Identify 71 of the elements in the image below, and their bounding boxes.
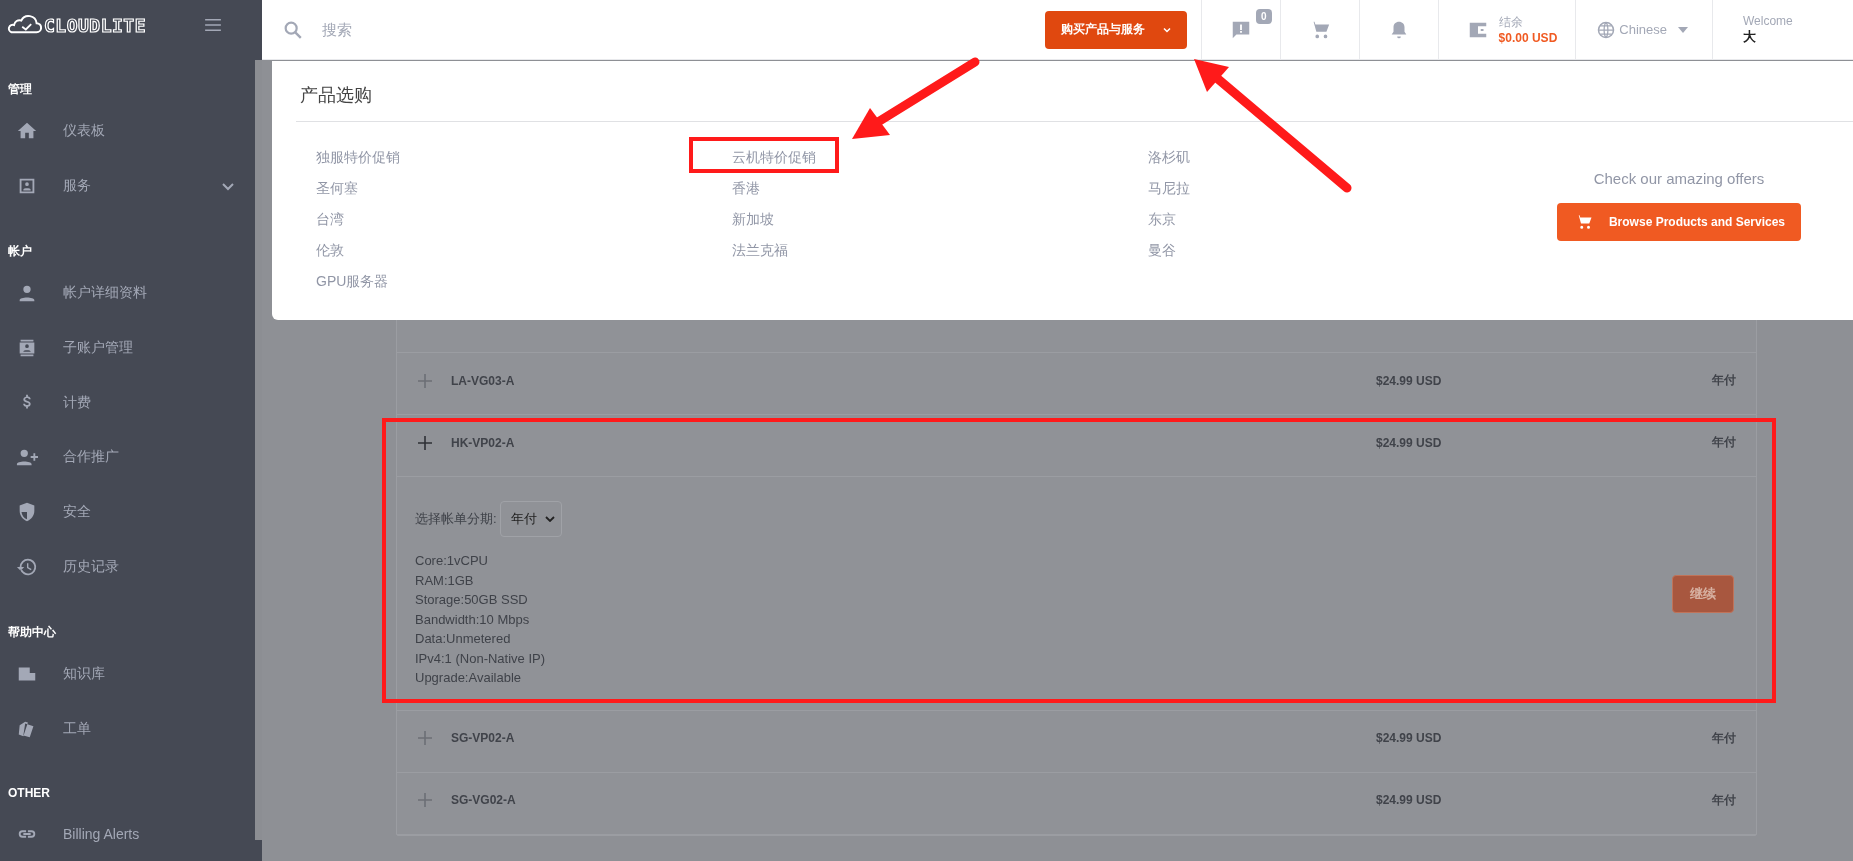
nav-item[interactable]: 仪表板 (0, 103, 254, 159)
billing-period-select[interactable]: 年付 (499, 501, 562, 537)
nav-item[interactable]: 帐户详细资料 (0, 266, 254, 321)
billing-cycle: 年付 (1712, 729, 1736, 747)
welcome-label: Welcome (1743, 13, 1793, 28)
nav-item[interactable]: 工单 (0, 701, 254, 757)
user-name[interactable]: 大 (1743, 27, 1756, 46)
menu-link[interactable]: 伦敦 (316, 235, 712, 266)
nav-item[interactable]: 合作推广 (0, 430, 254, 485)
globe-icon (1596, 19, 1617, 40)
billing-period-label: 选择帐单分期: (415, 510, 497, 528)
logo-text: CLOUDLITE (44, 14, 147, 36)
spec-line: Bandwidth:10 Mbps (415, 610, 531, 629)
nav-item[interactable]: 服务 (0, 158, 254, 214)
buy-products-button[interactable]: 购买产品与服务 (1044, 10, 1187, 49)
billing-cycle: 年付 (1712, 791, 1736, 809)
menu-link[interactable]: 独服特价促销 (316, 142, 712, 173)
menu-link[interactable]: 曼谷 (1148, 235, 1544, 266)
spec-line: Upgrade:Available (415, 669, 522, 687)
search-field[interactable]: 搜索 (320, 20, 624, 39)
menu-link[interactable]: 新加坡 (732, 204, 1128, 235)
product-name: SG-VG02-A (451, 793, 517, 807)
spec-line: IPv4:1 (Non-Native IP) (415, 649, 547, 668)
plus-icon[interactable] (417, 792, 433, 808)
continue-button[interactable]: 继续 (1672, 575, 1734, 614)
notification-badge: 0 (1256, 8, 1272, 24)
balance-amount: $0.00 USD (1498, 31, 1558, 45)
scrollbar[interactable] (255, 60, 262, 840)
nav-item[interactable]: 知识库 (0, 647, 254, 702)
nav-item[interactable]: 计费 (0, 375, 254, 431)
plus-icon[interactable] (417, 372, 433, 389)
product-price: $24.99 USD (1376, 373, 1443, 388)
menu-link[interactable]: 法兰克福 (732, 235, 1128, 266)
billing-cycle: 年付 (1712, 434, 1736, 451)
menu-icon[interactable] (204, 18, 222, 33)
billing-cycle: 年付 (1712, 372, 1736, 389)
nav-item[interactable]: 安全 (0, 484, 254, 540)
section-heading: 管理 (7, 80, 33, 98)
product-name: LA-VG03-A (451, 373, 516, 388)
product-price: $24.99 USD (1376, 435, 1443, 450)
product-name: HK-VP02-A (451, 435, 516, 450)
menu-link[interactable]: GPU服务器 (316, 266, 712, 297)
menu-link[interactable]: 东京 (1148, 204, 1544, 235)
product-name: SG-VP02-A (451, 731, 516, 745)
chevron-icon (544, 516, 555, 522)
browse-products-button[interactable]: Browse Products and Services (1556, 203, 1802, 241)
plus-icon[interactable] (417, 434, 433, 451)
section-heading: 帐户 (7, 243, 33, 261)
nav-item[interactable]: 历史记录 (0, 539, 254, 594)
plus-icon[interactable] (417, 730, 433, 746)
nav-item[interactable]: Billing Alerts (0, 806, 254, 861)
menu-link[interactable]: 马尼拉 (1148, 173, 1544, 204)
menu-link[interactable]: 台湾 (316, 204, 712, 235)
nav-item[interactable]: 子账户管理 (0, 320, 254, 376)
menu-link[interactable]: 云机特价促销 (732, 142, 1128, 173)
section-heading: 帮助中心 (7, 624, 57, 641)
spec-line: Storage:50GB SSD (415, 591, 529, 609)
spec-line: RAM:1GB (415, 571, 475, 590)
spec-line: Core:1vCPU (415, 552, 489, 570)
logo[interactable]: CLOUDLITE (6, 14, 147, 37)
menu-link[interactable]: 圣何塞 (316, 173, 712, 204)
language-selector[interactable]: Chinese (1575, 0, 1712, 59)
spec-line: Data:Unmetered (415, 630, 512, 648)
product-price: $24.99 USD (1376, 793, 1443, 807)
product-price: $24.99 USD (1376, 731, 1443, 745)
caret-icon (1678, 26, 1688, 33)
menu-link[interactable]: 洛杉矶 (1148, 142, 1544, 173)
offers-text: Check our amazing offers (1593, 170, 1765, 187)
section-heading: OTHER (7, 785, 51, 803)
menu-link[interactable]: 香港 (732, 173, 1128, 204)
balance-label: 结余 (1498, 14, 1524, 31)
